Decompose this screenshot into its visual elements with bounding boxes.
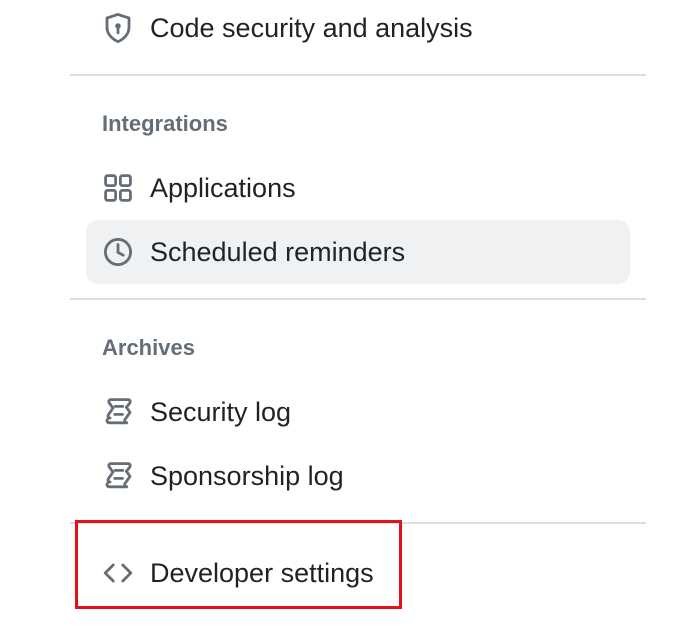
sidebar-item-label: Sponsorship log: [150, 461, 344, 491]
sidebar-item-label: Code security and analysis: [150, 13, 473, 43]
section-heading-integrations: Integrations: [102, 111, 228, 136]
section-heading-archives: Archives: [102, 335, 195, 360]
sidebar-item-scheduled-reminders[interactable]: Scheduled reminders: [86, 220, 630, 284]
clock-icon: [102, 236, 134, 268]
sidebar-item-code-security[interactable]: Code security and analysis: [86, 0, 630, 60]
highlight-box: [75, 520, 402, 609]
log-icon: [102, 396, 134, 428]
shield-lock-icon: [102, 12, 134, 44]
settings-sidebar: Code security and analysis Integrations …: [0, 0, 698, 634]
sidebar-item-security-log[interactable]: Security log: [86, 380, 630, 444]
sidebar-item-sponsorship-log[interactable]: Sponsorship log: [86, 444, 630, 508]
divider: [70, 298, 646, 300]
sidebar-item-label: Applications: [150, 173, 296, 203]
apps-icon: [102, 172, 134, 204]
divider: [70, 74, 646, 76]
sidebar-item-label: Scheduled reminders: [150, 237, 406, 267]
sidebar-item-applications[interactable]: Applications: [86, 156, 630, 220]
log-icon: [102, 460, 134, 492]
sidebar-item-label: Security log: [150, 397, 292, 427]
